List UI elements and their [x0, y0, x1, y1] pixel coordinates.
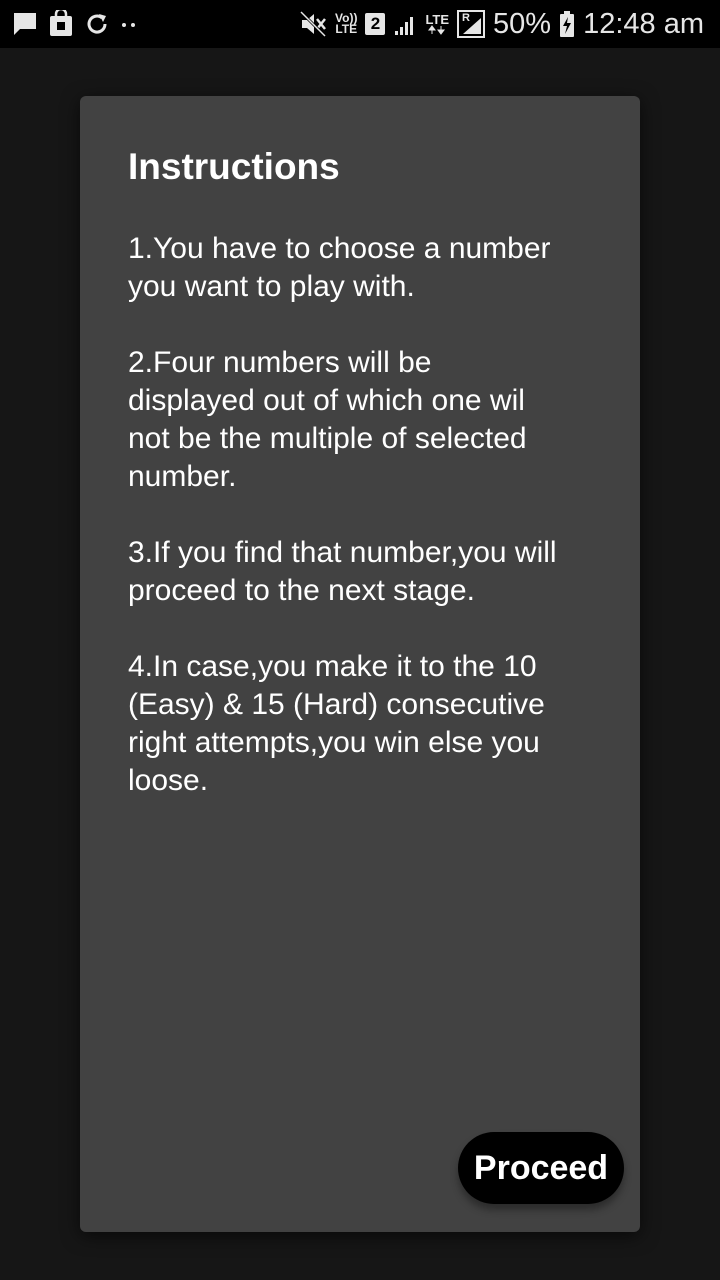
shopping-bag-icon — [48, 10, 74, 38]
battery-percent: 50% — [493, 7, 552, 40]
data-arrows-icon — [428, 24, 446, 35]
proceed-button[interactable]: Proceed — [458, 1132, 624, 1204]
sync-icon — [84, 11, 110, 37]
message-icon — [12, 11, 38, 37]
clock: 12:48 am — [583, 7, 704, 40]
dialog-title: Instructions — [128, 146, 340, 187]
instruction-item-3: 3.If you find that number,you will proce… — [128, 536, 557, 607]
instructions-list: 1.You have to choose a number you want t… — [128, 230, 608, 838]
battery-charging-icon — [559, 10, 575, 38]
sim-slot-badge: 2 — [365, 13, 386, 35]
app-screen: Vo)) LTE 2 LTE R 50% 12:48 am Instructio… — [0, 0, 720, 1280]
system-icons: Vo)) LTE 2 LTE R 50% 12:48 am — [299, 6, 704, 42]
volte-label-bottom: LTE — [335, 22, 358, 36]
status-bar: Vo)) LTE 2 LTE R 50% 12:48 am — [0, 0, 720, 48]
signal-sim2-icon — [393, 11, 417, 37]
more-dots-icon — [120, 11, 138, 37]
instruction-item-1: 1.You have to choose a number you want t… — [128, 232, 551, 303]
instructions-dialog: Instructions 1.You have to choose a numb… — [80, 96, 640, 1232]
notification-icons — [12, 10, 138, 38]
instruction-item-4: 4.In case,you make it to the 10 (Easy) &… — [128, 650, 545, 797]
instruction-item-2: 2.Four numbers will be displayed out of … — [128, 346, 527, 493]
roaming-signal-icon: R — [457, 10, 486, 38]
lte-data-icon: LTE — [425, 11, 450, 35]
mute-icon — [299, 10, 327, 38]
roaming-label: R — [462, 12, 470, 24]
lte-label: LTE — [425, 11, 450, 27]
volte-icon: Vo)) LTE — [335, 12, 358, 36]
